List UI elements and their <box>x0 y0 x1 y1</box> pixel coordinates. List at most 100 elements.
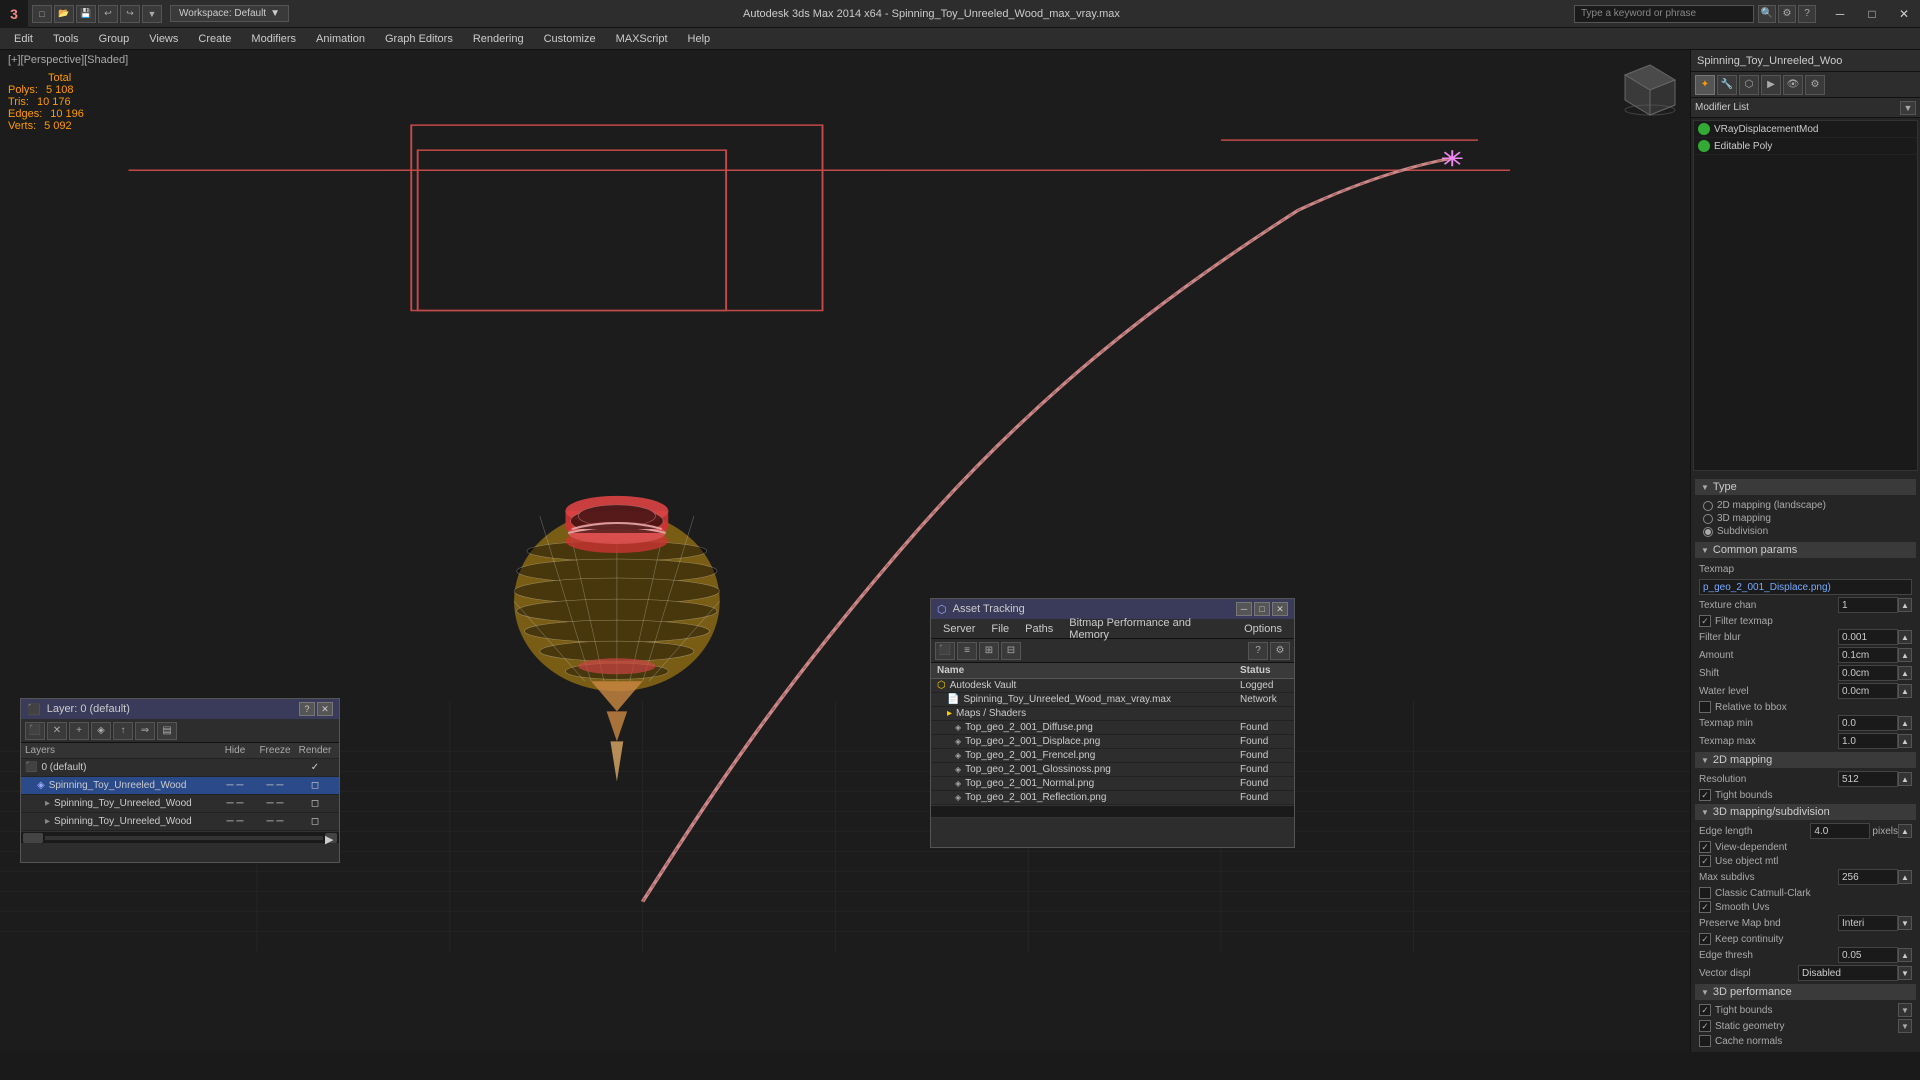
texture-chan-spin-up[interactable]: ▲ <box>1898 598 1912 612</box>
resolution-value[interactable]: 512 <box>1838 771 1898 787</box>
asset-settings-button[interactable]: ⚙ <box>1270 642 1290 660</box>
menu-create[interactable]: Create <box>188 28 241 50</box>
cache-normals-checkbox[interactable] <box>1699 1035 1711 1047</box>
asset-row-maps[interactable]: ▸Maps / Shaders <box>931 707 1294 721</box>
layer-row-default[interactable]: ⬛ 0 (default) ✓ <box>21 759 339 777</box>
maximize-button[interactable]: □ <box>1856 0 1888 28</box>
asset-tool-1[interactable]: ⬛ <box>935 642 955 660</box>
layer-check-freeze-2[interactable]: ─ ─ <box>255 798 295 809</box>
asset-horizontal-scrollbar[interactable] <box>931 805 1294 817</box>
preserve-map-dropdown[interactable]: ▼ <box>1898 916 1912 930</box>
layer-row-spinning1[interactable]: ◈ Spinning_Toy_Unreeled_Wood ─ ─ ─ ─ ◻ <box>21 777 339 795</box>
asset-row-displace[interactable]: ◈Top_geo_2_001_Displace.png Found <box>931 735 1294 749</box>
layers-create-button[interactable]: ⬛ <box>25 722 45 740</box>
radio-2d-dot[interactable] <box>1703 501 1713 511</box>
radio-subdivision[interactable]: Subdivision <box>1703 525 1908 538</box>
section-3d-subdivision[interactable]: 3D mapping/subdivision <box>1695 804 1916 820</box>
layers-scrollbar[interactable]: ▶ <box>21 831 339 843</box>
texmap-value-row[interactable]: p_geo_2_001_Displace.png) <box>1695 578 1916 596</box>
asset-row-reflection[interactable]: ◈Top_geo_2_001_Reflection.png Found <box>931 791 1294 805</box>
display-panel-icon[interactable]: 👁 <box>1783 75 1803 95</box>
menu-rendering[interactable]: Rendering <box>463 28 534 50</box>
modifier-enabled-indicator[interactable] <box>1698 123 1710 135</box>
filter-blur-value[interactable]: 0.001 <box>1838 629 1898 645</box>
classic-catmull-row[interactable]: Classic Catmull-Clark <box>1695 886 1916 900</box>
smooth-uvs-checkbox[interactable] <box>1699 901 1711 913</box>
texmap-value[interactable]: p_geo_2_001_Displace.png) <box>1699 579 1912 595</box>
asset-minimize-button[interactable]: ─ <box>1236 602 1252 616</box>
texmap-max-spin[interactable]: ▲ <box>1898 734 1912 748</box>
use-object-mtl-checkbox[interactable] <box>1699 855 1711 867</box>
filter-blur-spin[interactable]: ▲ <box>1898 630 1912 644</box>
view-dependent-checkbox[interactable] <box>1699 841 1711 853</box>
edge-thresh-value[interactable]: 0.05 <box>1838 947 1898 963</box>
asset-menu-file[interactable]: File <box>983 621 1017 637</box>
tight-bounds2-checkbox[interactable] <box>1699 1004 1711 1016</box>
asset-menu-bitmap[interactable]: Bitmap Performance and Memory <box>1061 615 1236 643</box>
asset-menu-paths[interactable]: Paths <box>1017 621 1061 637</box>
layer-check-render-1[interactable]: ◻ <box>295 780 335 791</box>
asset-row-max[interactable]: 📄Spinning_Toy_Unreeled_Wood_max_vray.max… <box>931 693 1294 707</box>
asset-row-glossiness[interactable]: ◈Top_geo_2_001_Glossinoss.png Found <box>931 763 1294 777</box>
layer-check-freeze-3[interactable]: ─ ─ <box>255 816 295 827</box>
menu-animation[interactable]: Animation <box>306 28 375 50</box>
workspace-selector[interactable]: Workspace: Default ▼ <box>170 5 289 22</box>
modify-panel-icon[interactable]: 🔧 <box>1717 75 1737 95</box>
modifier-poly-indicator[interactable] <box>1698 140 1710 152</box>
texmap-min-spin[interactable]: ▲ <box>1898 716 1912 730</box>
save-button[interactable]: 💾 <box>76 5 96 23</box>
tight-bounds2-row[interactable]: Tight bounds ▼ <box>1695 1002 1916 1018</box>
edge-length-spin[interactable]: ▲ <box>1898 824 1912 838</box>
preserve-map-value[interactable]: Interi <box>1838 915 1898 931</box>
amount-value[interactable]: 0.1cm <box>1838 647 1898 663</box>
layer-check-freeze-1[interactable]: ─ ─ <box>255 780 295 791</box>
hierarchy-panel-icon[interactable]: ⬡ <box>1739 75 1759 95</box>
water-level-spin[interactable]: ▲ <box>1898 684 1912 698</box>
layers-close-button[interactable]: ✕ <box>317 702 333 716</box>
layer-row-spinning2[interactable]: ▸ Spinning_Toy_Unreeled_Wood ─ ─ ─ ─ ◻ <box>21 795 339 813</box>
filter-texmap-checkbox[interactable] <box>1699 615 1711 627</box>
redo-button[interactable]: ↪ <box>120 5 140 23</box>
radio-subdivision-dot[interactable] <box>1703 527 1713 537</box>
static-geometry-spin[interactable]: ▼ <box>1898 1019 1912 1033</box>
keep-continuity-checkbox[interactable] <box>1699 933 1711 945</box>
asset-menu-server[interactable]: Server <box>935 621 983 637</box>
menu-views[interactable]: Views <box>139 28 188 50</box>
static-geometry-row[interactable]: Static geometry ▼ <box>1695 1018 1916 1034</box>
layers-merge-button[interactable]: ⇒ <box>135 722 155 740</box>
section-common[interactable]: Common params <box>1695 542 1916 558</box>
asset-menu-options[interactable]: Options <box>1236 621 1290 637</box>
section-3d-performance[interactable]: 3D performance <box>1695 984 1916 1000</box>
cache-normals-row[interactable]: Cache normals <box>1695 1034 1916 1048</box>
open-recent[interactable]: ▼ <box>142 5 162 23</box>
texmap-max-value[interactable]: 1.0 <box>1838 733 1898 749</box>
menu-modifiers[interactable]: Modifiers <box>241 28 306 50</box>
relative-bbox-row[interactable]: Relative to bbox <box>1695 700 1916 714</box>
asset-close-button[interactable]: ✕ <box>1272 602 1288 616</box>
layers-delete-button[interactable]: ✕ <box>47 722 67 740</box>
search-icon[interactable]: 🔍 <box>1758 5 1776 23</box>
layer-check-render-2[interactable]: ◻ <box>295 798 335 809</box>
shift-value[interactable]: 0.0cm <box>1838 665 1898 681</box>
smooth-uvs-row[interactable]: Smooth Uvs <box>1695 900 1916 914</box>
asset-help-button[interactable]: ? <box>1248 642 1268 660</box>
search-box[interactable]: Type a keyword or phrase <box>1574 5 1754 23</box>
nav-cube[interactable] <box>1620 60 1680 120</box>
asset-tool-2[interactable]: ≡ <box>957 642 977 660</box>
vector-displ-value[interactable]: Disabled <box>1798 965 1898 981</box>
menu-customize[interactable]: Customize <box>534 28 606 50</box>
resolution-spin[interactable]: ▲ <box>1898 772 1912 786</box>
layer-check-render-3[interactable]: ◻ <box>295 816 335 827</box>
layers-select-button[interactable]: ◈ <box>91 722 111 740</box>
layer-check-hide-1[interactable]: ─ ─ <box>215 780 255 791</box>
radio-2d-mapping[interactable]: 2D mapping (landscape) <box>1703 499 1908 512</box>
modifier-vray-displacement[interactable]: VRayDisplacementMod <box>1694 121 1917 138</box>
tight-bounds-checkbox[interactable] <box>1699 789 1711 801</box>
water-level-value[interactable]: 0.0cm <box>1838 683 1898 699</box>
classic-catmull-checkbox[interactable] <box>1699 887 1711 899</box>
asset-row-normal[interactable]: ◈Top_geo_2_001_Normal.png Found <box>931 777 1294 791</box>
asset-tool-3[interactable]: ⊞ <box>979 642 999 660</box>
minimize-button[interactable]: ─ <box>1824 0 1856 28</box>
section-type[interactable]: Type <box>1695 479 1916 495</box>
amount-spin[interactable]: ▲ <box>1898 648 1912 662</box>
